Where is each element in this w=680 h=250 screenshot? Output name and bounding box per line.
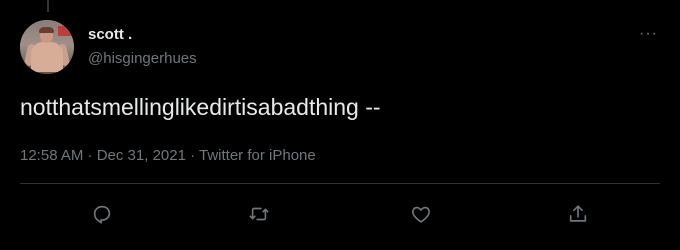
reply-icon: [93, 205, 111, 224]
like-icon: [412, 206, 430, 223]
avatar-flag: [58, 26, 72, 36]
author-name[interactable]: scott .: [88, 26, 132, 43]
share-icon: [569, 205, 587, 222]
author-handle[interactable]: @hisgingerhues: [88, 50, 197, 67]
avatar-hair: [39, 27, 54, 33]
actions-divider: [20, 183, 660, 184]
retweet-button[interactable]: [245, 200, 273, 228]
avatar[interactable]: [20, 20, 74, 74]
tweet-actions-bar: [20, 200, 660, 228]
retweet-icon: [249, 207, 269, 221]
more-options-icon[interactable]: ···: [639, 26, 658, 42]
thread-connector-line: [47, 0, 49, 12]
tweet-metadata[interactable]: 12:58 AM · Dec 31, 2021 · Twitter for iP…: [20, 147, 316, 164]
reply-button[interactable]: [88, 200, 116, 228]
avatar-torso: [31, 42, 63, 72]
share-button[interactable]: [564, 200, 592, 228]
tweet-text: notthatsmellinglikedirtisabadthing --: [20, 94, 381, 120]
like-button[interactable]: [407, 200, 435, 228]
